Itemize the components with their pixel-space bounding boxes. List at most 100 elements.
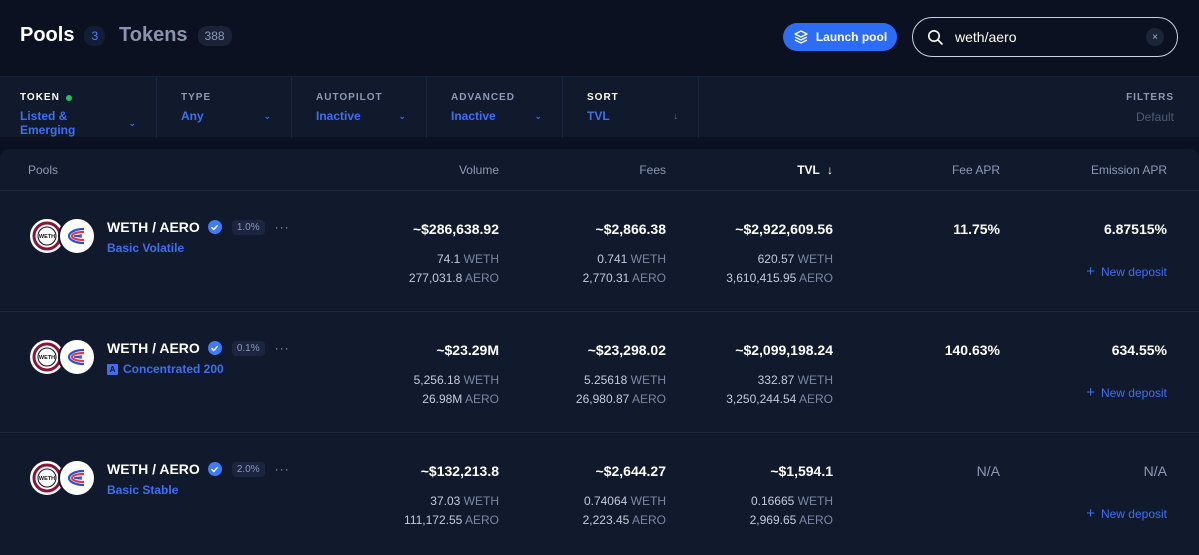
- filter-autopilot[interactable]: AUTOPILOT Inactive ⌄: [292, 77, 427, 138]
- filter-token-title: TOKEN: [20, 92, 60, 103]
- column-tvl[interactable]: TVL ↓: [797, 163, 833, 177]
- launch-pool-button[interactable]: Launch pool: [783, 23, 897, 51]
- fee-apr: 11.75%: [953, 221, 1000, 237]
- fee-apr-cell: 140.63%: [945, 341, 1000, 359]
- pool-name[interactable]: WETH / AERO: [107, 340, 200, 356]
- verified-check-icon: [207, 462, 222, 476]
- new-deposit-button[interactable]: + New deposit: [1086, 385, 1167, 400]
- svg-text:WETH: WETH: [39, 234, 55, 240]
- pool-type[interactable]: A Concentrated 200: [107, 362, 224, 376]
- tab-pools-label: Pools: [20, 24, 75, 46]
- tvl-weth: 620.57 WETH: [757, 252, 833, 266]
- fees-weth: 0.74064 WETH: [583, 494, 666, 508]
- search-icon: [928, 30, 943, 45]
- volume-cell: ~$286,638.92 74.1 WETH 277,031.8 AERO: [409, 220, 499, 288]
- more-dots-icon[interactable]: ···: [275, 341, 290, 355]
- filter-advanced-value-row: Inactive ⌄: [451, 109, 542, 123]
- column-pools: Pools: [28, 163, 59, 177]
- table-row[interactable]: WETH WETH / AERO 0.1% ··· A Concentrated…: [0, 312, 1199, 433]
- filter-token[interactable]: TOKEN Listed & Emerging ⌄: [0, 77, 157, 138]
- search-box: ×: [912, 17, 1178, 57]
- filter-advanced-filters[interactable]: FILTERS Default: [1126, 77, 1199, 138]
- fees-weth: 5.25618 WETH: [583, 373, 666, 387]
- new-deposit-button[interactable]: + New deposit: [1086, 264, 1167, 279]
- pool-name[interactable]: WETH / AERO: [107, 219, 200, 235]
- more-dots-icon[interactable]: ···: [275, 462, 290, 476]
- column-fees[interactable]: Fees: [639, 163, 666, 177]
- table-row[interactable]: WETH WETH / AERO 1.0% ··· Basic Volatile: [0, 191, 1199, 312]
- filter-autopilot-title: AUTOPILOT: [316, 92, 383, 103]
- volume-weth: 5,256.18 WETH: [413, 373, 499, 387]
- volume-cell: ~$23.29M 5,256.18 WETH 26.98M AERO: [414, 341, 499, 409]
- pool-type[interactable]: Basic Volatile: [107, 241, 184, 255]
- emission-apr: 6.87515%: [1103, 221, 1167, 237]
- column-volume[interactable]: Volume: [459, 163, 499, 177]
- tvl-aero: 3,250,244.54 AERO: [726, 392, 833, 406]
- tvl-weth: 0.16665 WETH: [750, 494, 833, 508]
- fee-apr-cell: N/A: [977, 462, 1000, 480]
- filter-advanced[interactable]: ADVANCED Inactive ⌄: [427, 77, 563, 138]
- verified-check-icon: [207, 341, 222, 355]
- pool-name-row: WETH / AERO 1.0% ···: [107, 219, 290, 235]
- filter-sort[interactable]: SORT TVL ↓: [563, 77, 699, 138]
- chevron-down-icon: ⌄: [263, 110, 271, 121]
- volume-usd: ~$132,213.8: [420, 463, 499, 479]
- filter-type-value: Any: [181, 109, 204, 123]
- emission-apr-cell: N/A: [1144, 462, 1167, 480]
- table-row[interactable]: WETH WETH / AERO 2.0% ··· Basic Stable ~…: [0, 433, 1199, 554]
- pair-logos: WETH: [28, 217, 98, 255]
- aero-logo-icon: [67, 348, 85, 366]
- svg-text:WETH: WETH: [39, 355, 55, 361]
- fee-apr: 140.63%: [944, 342, 1000, 358]
- tvl-weth: 332.87 WETH: [757, 373, 833, 387]
- tab-tokens-label: Tokens: [119, 24, 188, 46]
- plus-icon: +: [1086, 505, 1095, 522]
- aero-token-logo: [58, 338, 96, 376]
- new-deposit-label: New deposit: [1100, 507, 1167, 521]
- column-emission-apr[interactable]: Emission APR: [1091, 163, 1167, 177]
- new-deposit-button[interactable]: + New deposit: [1086, 505, 1167, 522]
- fees-usd: ~$2,644.27: [595, 463, 666, 479]
- aero-token-logo: [58, 459, 96, 497]
- tvl-cell: ~$1,594.1 0.16665 WETH 2,969.65 AERO: [750, 462, 833, 530]
- fees-usd: ~$23,298.02: [587, 342, 666, 358]
- search-input[interactable]: [955, 27, 1135, 47]
- filter-type[interactable]: TYPE Any ⌄: [157, 77, 292, 138]
- volume-usd: ~$286,638.92: [412, 221, 499, 237]
- filter-type-value-row: Any ⌄: [181, 109, 271, 123]
- fees-cell: ~$2,866.38 0.741 WETH 2,770.31 AERO: [583, 220, 666, 288]
- fee-badge: 2.0%: [231, 461, 265, 477]
- column-tvl-label: TVL: [797, 163, 820, 177]
- chevron-down-icon: ⌄: [534, 110, 542, 121]
- filter-sort-title: SORT: [587, 92, 619, 103]
- fee-badge: 0.1%: [231, 340, 265, 356]
- fees-usd: ~$2,866.38: [595, 221, 666, 237]
- tvl-usd: ~$1,594.1: [770, 463, 833, 479]
- fees-cell: ~$23,298.02 5.25618 WETH 26,980.87 AERO: [576, 341, 666, 409]
- tab-tokens[interactable]: Tokens 388: [119, 24, 232, 47]
- pool-name[interactable]: WETH / AERO: [107, 461, 200, 477]
- layers-icon: [794, 30, 808, 44]
- volume-aero: 26.98M AERO: [422, 392, 499, 406]
- volume-weth: 37.03 WETH: [430, 494, 499, 508]
- fee-apr-cell: 11.75%: [953, 220, 1000, 238]
- tvl-usd: ~$2,099,198.24: [735, 342, 833, 358]
- filter-autopilot-value: Inactive: [316, 109, 361, 123]
- column-fee-apr[interactable]: Fee APR: [952, 163, 1000, 177]
- filter-bar: TOKEN Listed & Emerging ⌄ TYPE Any ⌄ AUT…: [0, 76, 1199, 138]
- pool-type[interactable]: Basic Stable: [107, 483, 178, 497]
- filter-advanced-value: Inactive: [451, 109, 496, 123]
- aero-logo-icon: [67, 469, 85, 487]
- more-dots-icon[interactable]: ···: [275, 220, 290, 234]
- close-icon[interactable]: ×: [1146, 28, 1164, 46]
- filter-sort-value-row: TVL ↓: [587, 109, 678, 123]
- tvl-aero: 3,610,415.95 AERO: [726, 271, 833, 285]
- pools-table: Pools Volume Fees TVL ↓ Fee APR Emission…: [0, 149, 1199, 555]
- tab-pools[interactable]: Pools 3: [20, 24, 106, 47]
- sort-arrow-icon: ↓: [827, 163, 833, 177]
- active-dot-icon: [65, 94, 72, 101]
- pool-type-label: Concentrated 200: [123, 362, 224, 376]
- fees-aero: 2,223.45 AERO: [582, 513, 666, 527]
- volume-weth: 74.1 WETH: [436, 252, 499, 266]
- chevron-down-icon: ⌄: [398, 110, 406, 121]
